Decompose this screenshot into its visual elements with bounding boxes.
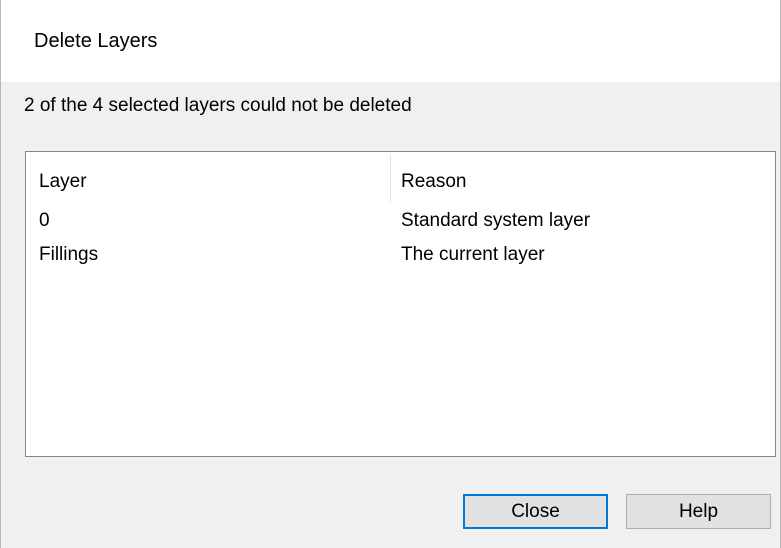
reason-cell: The current layer bbox=[401, 244, 545, 265]
status-message: 2 of the 4 selected layers could not be … bbox=[24, 95, 412, 116]
reason-cell: Standard system layer bbox=[401, 210, 591, 231]
layer-name-cell: 0 bbox=[39, 210, 50, 231]
help-button[interactable]: Help bbox=[626, 494, 771, 529]
layer-name-cell: Fillings bbox=[39, 244, 99, 265]
table-row[interactable]: 0 Standard system layer bbox=[26, 210, 775, 238]
column-header-layer[interactable]: Layer bbox=[39, 171, 87, 193]
title-bar: Delete Layers bbox=[1, 0, 780, 82]
delete-layers-dialog: Delete Layers 2 of the 4 selected layers… bbox=[0, 0, 781, 548]
layers-list[interactable]: Layer Reason 0 Standard system layer Fil… bbox=[25, 151, 776, 457]
dialog-title: Delete Layers bbox=[34, 30, 158, 52]
column-header-reason[interactable]: Reason bbox=[401, 171, 467, 193]
close-button[interactable]: Close bbox=[463, 494, 608, 529]
list-header: Layer Reason bbox=[26, 152, 775, 204]
column-divider[interactable] bbox=[390, 154, 391, 202]
table-row[interactable]: Fillings The current layer bbox=[26, 244, 775, 272]
